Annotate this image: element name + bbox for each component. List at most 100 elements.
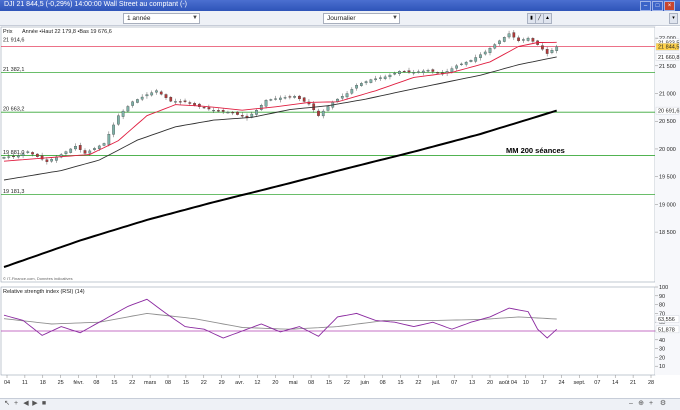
chart-toolbar: 1 année ▼ Journalier ▼ ▮ ╱ ▲ ▾ [0,11,680,26]
candle-up [21,153,25,156]
candle-up [174,101,177,103]
x-tick-label: mars [144,380,156,386]
candle-up [136,99,139,103]
x-tick-label: 08 [380,380,386,386]
candle-down [83,150,87,154]
candle-up [364,81,368,84]
candle-down [298,95,301,100]
interval-dropdown[interactable]: Journalier ▼ [323,13,400,24]
price-y-tick-label: 21 500 [659,64,676,70]
candle-up [64,151,68,154]
crosshair-tool-icon[interactable]: + [12,400,20,408]
high-level-label: 21 914,6 [3,37,24,43]
indicator-tool-button[interactable]: ▲ [543,13,552,24]
candle-down [202,107,206,109]
x-tick-label: 18 [40,380,46,386]
candle-up [455,65,458,69]
candle-up [140,96,144,100]
candle-up [250,113,254,117]
candle-down [545,49,549,54]
period-value: 1 année [127,15,151,22]
x-tick-label: 20 [272,380,278,386]
status-bar: ↖ + ◀ ▶ ■ – ⊕ + ⚙ [0,398,680,410]
candle-down [517,37,520,42]
x-tick-label: 20 [487,380,493,386]
price-info-text: Année •Haut 22 179,8 •Bas 19 676,6 [22,29,112,35]
candle-up [398,71,401,75]
candle-up [355,85,358,89]
candle-up [274,98,277,100]
candle-down [45,159,49,162]
rsi-y-tick-label: 20 [659,355,665,361]
candle-up [264,100,268,107]
x-tick-label: 10 [523,380,529,386]
pan-right-icon[interactable]: ▶ [31,400,39,408]
rsi-panel-title: Relative strength index (RSI) (14) [3,289,85,295]
source-note: © IT-Finance.com, Données indicatives [3,276,73,281]
candle-up [483,51,487,55]
magnify-icon[interactable]: ⊕ [637,400,645,408]
x-tick-label: 22 [129,380,135,386]
candle-up [255,110,258,115]
candle-up [421,70,425,73]
candle-up [426,70,430,72]
candle-down [302,97,306,102]
candle-down [188,102,192,104]
rsi-y-tick-label: 30 [659,347,665,353]
candle-up [321,110,325,117]
price-y-tick-label: 19 500 [659,175,676,181]
candle-up [26,151,30,153]
candle-up [16,155,20,158]
candle-up [374,78,377,81]
period-dropdown[interactable]: 1 année ▼ [123,13,200,24]
candle-up [417,71,420,73]
candle-up [350,89,354,94]
candle-up [526,37,530,41]
price-and-rsi-chart: Prix Année •Haut 22 179,8 •Bas 19 676,6 Re… [0,26,680,386]
candle-up [126,106,130,112]
candle-up [488,48,492,53]
candle-up [502,37,506,42]
interval-value: Journalier [327,15,356,22]
reset-view-icon[interactable]: ■ [40,400,48,408]
candle-down [317,110,320,116]
minimize-button[interactable]: – [640,1,651,11]
support-level-label: 20 663,2 [3,107,24,113]
candle-up [469,60,473,62]
x-tick-label: 07 [594,380,600,386]
window-title: DJI 21 844,5 (-0,29%) 14:00:00 Wall Stre… [4,1,187,8]
x-tick-label: 21 [630,380,636,386]
candle-down [231,112,235,114]
maximize-button[interactable]: □ [652,1,663,11]
x-tick-label: sept. [573,380,585,386]
zoom-in-icon[interactable]: + [647,400,655,408]
candle-up [393,73,397,75]
candle-down [207,107,211,110]
candle-up [69,148,73,153]
candle-up [226,112,230,114]
zoom-out-icon[interactable]: – [627,400,635,408]
x-tick-label: 13 [469,380,475,386]
candle-up [555,46,559,51]
close-button[interactable]: × [664,1,675,11]
candle-up [498,40,501,44]
candle-up [97,145,101,149]
candle-up [121,110,125,117]
candle-down [236,111,239,115]
x-tick-label: 08 [165,380,171,386]
settings-icon[interactable]: ⚙ [659,400,667,408]
collapse-toolbar-button[interactable]: ▾ [669,13,678,24]
candle-down [159,91,163,95]
cursor-tool-icon[interactable]: ↖ [3,400,11,408]
pan-left-icon[interactable]: ◀ [22,400,30,408]
candle-up [259,105,263,110]
rsi-y-tick-label: 10 [659,364,665,370]
x-tick-label: 22 [344,380,350,386]
candle-up [522,39,525,41]
candle-down [288,96,292,98]
candle-up [345,93,349,98]
x-tick-label: 22 [201,380,207,386]
candle-up [145,94,149,97]
x-tick-label: 24 [558,380,564,386]
x-tick-label: 07 [451,380,457,386]
